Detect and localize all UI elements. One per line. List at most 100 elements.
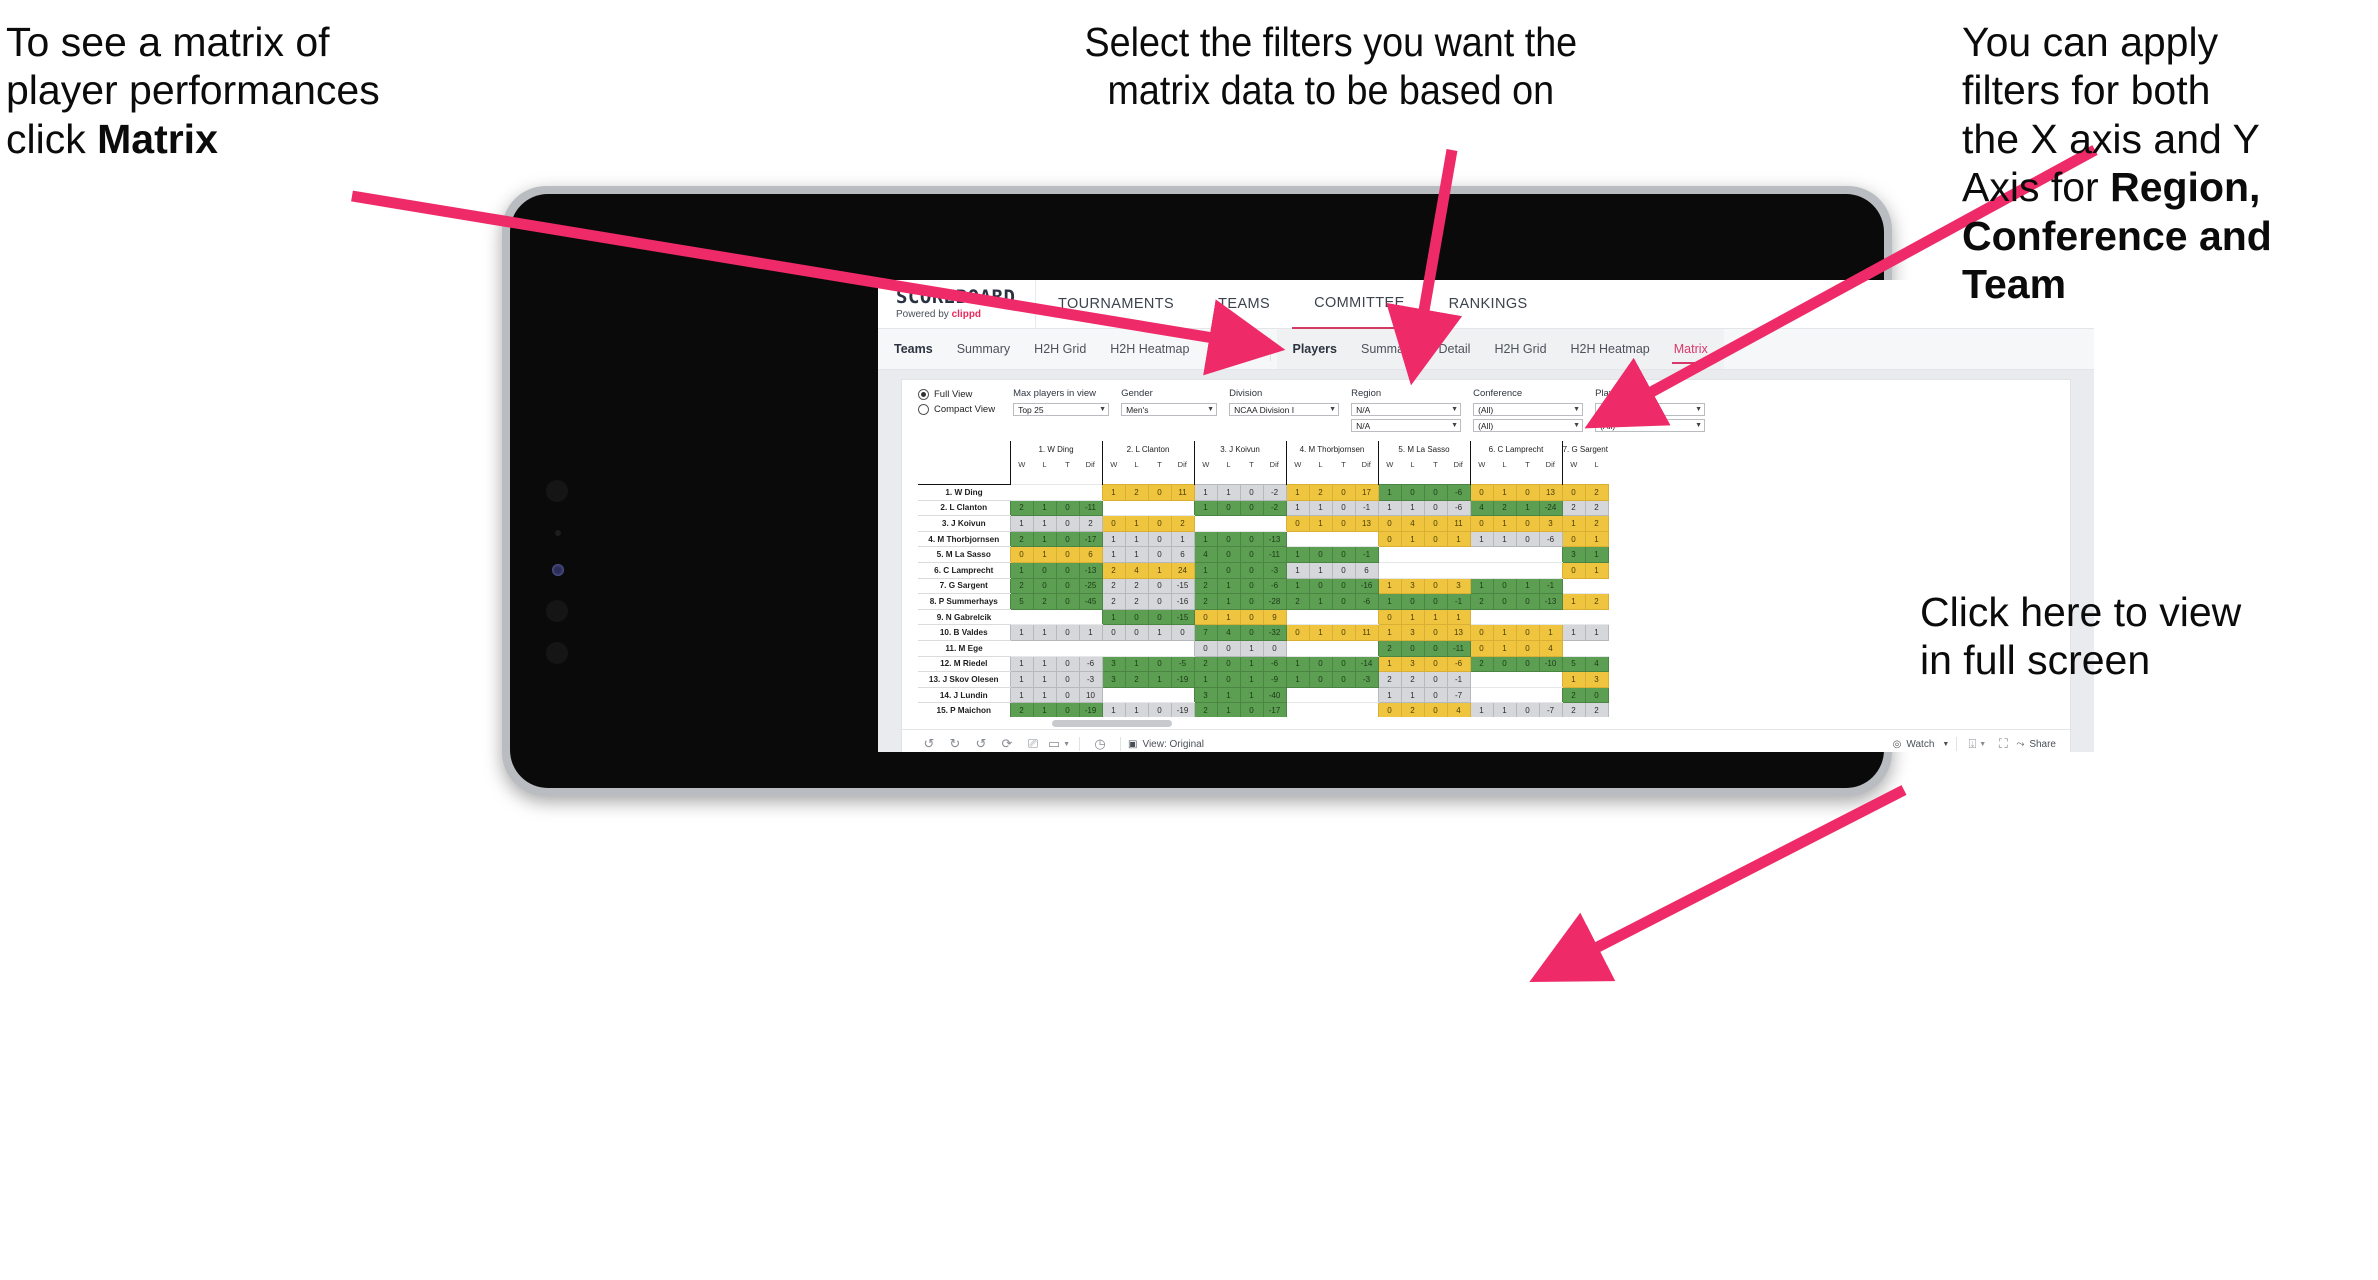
matrix-cell[interactable] (1171, 499, 1194, 517)
matrix-cell[interactable]: 1 (1308, 515, 1333, 532)
tab-players-h2h-grid[interactable]: H2H Grid (1482, 329, 1558, 369)
matrix-cell[interactable]: 4 (1400, 515, 1425, 532)
matrix-cell[interactable]: 0 (1308, 577, 1333, 595)
matrix-cell[interactable]: 2 (1124, 671, 1149, 688)
matrix-cell[interactable]: 1 (1308, 561, 1333, 579)
matrix-cell[interactable]: 0 (1308, 655, 1333, 673)
matrix-cell[interactable]: 0 (1055, 546, 1080, 563)
matrix-cell[interactable]: -13 (1538, 593, 1563, 610)
matrix-cell[interactable] (1424, 546, 1447, 563)
matrix-cell[interactable]: 0 (1124, 624, 1149, 641)
view-original-button[interactable]: ▣ View: Original (1128, 739, 1204, 750)
matrix-cell[interactable]: 1 (1377, 655, 1402, 673)
matrix-cell[interactable]: 1 (1147, 624, 1172, 641)
matrix-cell[interactable]: 3 (1584, 671, 1609, 688)
matrix-cell[interactable]: -1 (1354, 499, 1379, 517)
matrix-cell[interactable]: 1 (1032, 499, 1057, 517)
matrix-cell[interactable]: 0 (1147, 546, 1172, 563)
matrix-cell[interactable]: -2 (1262, 484, 1287, 501)
matrix-cell[interactable]: 0 (1515, 484, 1540, 501)
revert-icon[interactable]: ↺ (968, 731, 994, 752)
matrix-cell[interactable]: 0 (1331, 671, 1356, 688)
matrix-cell[interactable]: 0 (1147, 655, 1172, 673)
matrix-cell[interactable]: 1 (1377, 593, 1402, 610)
matrix-cell[interactable]: 3 (1446, 577, 1471, 595)
matrix-cell[interactable]: 1 (1032, 671, 1057, 688)
matrix-cell[interactable]: 0 (1216, 671, 1241, 688)
matrix-cell[interactable]: 3 (1561, 546, 1586, 563)
matrix-cell[interactable]: 1 (1377, 624, 1402, 641)
matrix-cell[interactable]: 0 (1561, 484, 1586, 501)
matrix-cell[interactable]: 0 (1239, 608, 1264, 626)
matrix-cell[interactable]: 0 (1331, 577, 1356, 595)
matrix-cell[interactable] (1516, 608, 1539, 626)
matrix-cell[interactable]: -3 (1078, 671, 1103, 688)
matrix-cell[interactable]: 0 (1515, 702, 1540, 717)
matrix-cell[interactable]: -6 (1446, 655, 1471, 673)
matrix-cell[interactable] (1516, 686, 1539, 704)
matrix-cell[interactable]: 1 (1009, 515, 1034, 532)
matrix-cell[interactable]: 1 (1561, 593, 1586, 610)
filter-region-select-y[interactable]: N/A ▼ (1351, 419, 1462, 432)
matrix-cell[interactable]: 1 (1032, 546, 1057, 563)
matrix-cell[interactable]: -17 (1262, 702, 1287, 717)
matrix-cell[interactable]: 5 (1561, 655, 1586, 673)
matrix-cell[interactable]: 1 (1032, 515, 1057, 532)
filter-region-select-x[interactable]: N/A ▼ (1351, 403, 1462, 416)
matrix-cell[interactable]: -2 (1262, 499, 1287, 517)
matrix-cell[interactable] (1240, 515, 1263, 532)
matrix-cell[interactable]: 0 (1147, 515, 1172, 532)
matrix-cell[interactable]: 1 (1492, 515, 1517, 532)
matrix-cell[interactable] (1585, 639, 1608, 657)
matrix-scroll-area[interactable]: 1. W Ding 2. L Clanton 3. J Koivun 4. M Tho… (902, 441, 2070, 717)
matrix-cell[interactable] (1309, 608, 1332, 626)
matrix-cell[interactable] (1148, 499, 1171, 517)
matrix-cell[interactable]: -14 (1354, 655, 1379, 673)
matrix-cell[interactable]: 0 (1216, 499, 1241, 517)
matrix-cell[interactable] (1470, 671, 1493, 688)
matrix-cell[interactable]: 1 (1492, 639, 1517, 657)
matrix-cell[interactable]: -1 (1354, 546, 1379, 563)
matrix-cell[interactable]: 0 (1032, 561, 1057, 579)
matrix-cell[interactable]: 0 (1032, 577, 1057, 595)
matrix-cell[interactable]: 0 (1331, 593, 1356, 610)
matrix-cell[interactable]: 3 (1538, 515, 1563, 532)
matrix-cell[interactable]: 1 (1239, 639, 1264, 657)
matrix-cell[interactable]: 1 (1009, 624, 1034, 641)
matrix-cell[interactable]: -6 (1538, 530, 1563, 548)
matrix-cell[interactable]: -1 (1446, 671, 1471, 688)
matrix-cell[interactable]: 4 (1216, 624, 1241, 641)
matrix-cell[interactable]: 0 (1216, 655, 1241, 673)
matrix-cell[interactable]: 0 (1216, 530, 1241, 548)
matrix-cell[interactable]: 1 (1377, 484, 1402, 501)
matrix-cell[interactable] (1217, 515, 1240, 532)
matrix-cell[interactable] (1171, 639, 1194, 657)
matrix-cell[interactable]: -19 (1078, 702, 1103, 717)
matrix-cell[interactable]: -9 (1262, 671, 1287, 688)
matrix-cell[interactable]: -16 (1354, 577, 1379, 595)
nav-committee[interactable]: COMMITTEE (1292, 280, 1427, 330)
matrix-cell[interactable]: 4 (1193, 546, 1218, 563)
matrix-cell[interactable]: 1 (1308, 593, 1333, 610)
matrix-cell[interactable]: 1 (1377, 577, 1402, 595)
filter-conference-select-y[interactable]: (All) ▼ (1473, 419, 1584, 432)
matrix-cell[interactable]: 0 (1469, 515, 1494, 532)
matrix-cell[interactable]: 1 (1124, 655, 1149, 673)
matrix-cell[interactable]: 1 (1124, 702, 1149, 717)
nav-teams[interactable]: TEAMS (1196, 280, 1292, 328)
matrix-cell[interactable]: 0 (1423, 702, 1448, 717)
matrix-cell[interactable] (1516, 671, 1539, 688)
matrix-cell[interactable] (1332, 702, 1355, 717)
pause-icon[interactable]: ⎚ (1020, 731, 1046, 752)
matrix-cell[interactable] (1424, 561, 1447, 579)
matrix-cell[interactable]: 0 (1492, 593, 1517, 610)
matrix-cell[interactable]: 0 (1239, 702, 1264, 717)
matrix-cell[interactable]: 1 (1193, 484, 1218, 501)
matrix-cell[interactable]: 1 (1561, 515, 1586, 532)
matrix-cell[interactable]: 2 (1584, 593, 1609, 610)
matrix-cell[interactable] (1355, 686, 1378, 704)
tab-players-matrix[interactable]: Matrix (1662, 329, 1720, 369)
matrix-cell[interactable]: 0 (1124, 608, 1149, 626)
matrix-cell[interactable]: -6 (1446, 499, 1471, 517)
matrix-cell[interactable]: 0 (1515, 639, 1540, 657)
